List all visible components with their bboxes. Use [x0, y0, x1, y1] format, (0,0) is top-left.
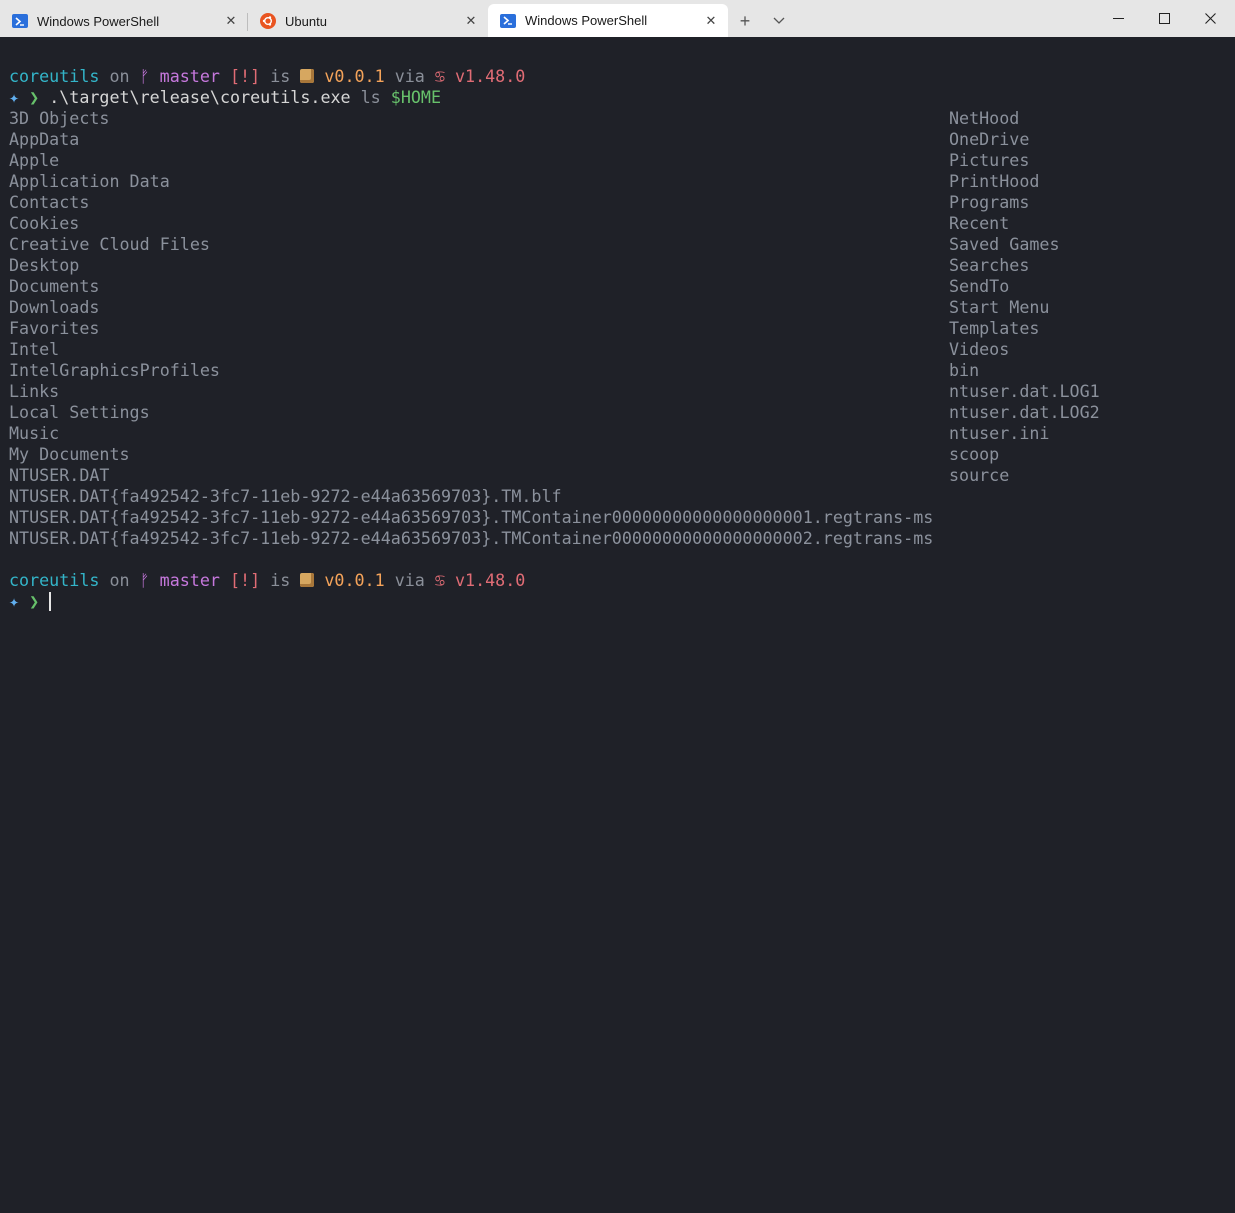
git-branch-icon: ᚠ [139, 66, 150, 86]
input-line[interactable]: ✦ ❯ [9, 591, 52, 612]
prompt-arrow: ❯ [29, 591, 40, 611]
package-icon [300, 69, 315, 83]
list-item: Documents [9, 276, 100, 296]
list-item: ntuser.ini [949, 423, 1050, 443]
list-item: ntuser.dat.LOG1 [949, 381, 1100, 401]
ubuntu-icon [260, 13, 276, 29]
tab-ubuntu[interactable]: Ubuntu ✕ [248, 5, 488, 37]
list-item: SendTo [949, 276, 1010, 296]
minimize-icon [1112, 17, 1124, 19]
list-item: Intel [9, 339, 60, 359]
maximize-icon [1158, 13, 1170, 24]
list-item: Links [9, 381, 60, 401]
list-item: Saved Games [949, 234, 1060, 254]
list-item: ntuser.dat.LOG2 [949, 402, 1100, 422]
command-line: ✦ ❯ .\target\release\coreutils.exe ls $H… [9, 87, 441, 108]
list-item: Recent [949, 213, 1010, 233]
list-item: source [949, 465, 1010, 485]
list-item: Application Data [9, 171, 170, 191]
text-cursor [49, 592, 52, 611]
list-item: Programs [949, 192, 1030, 212]
list-item: 3D Objects [9, 108, 110, 128]
prompt-symbol: ✦ [9, 87, 20, 107]
list-item: Music [9, 423, 60, 443]
list-item: Contacts [9, 192, 90, 212]
git-status: [!] [230, 570, 261, 590]
package-version: v0.0.1 [324, 66, 385, 86]
prompt-symbol: ✦ [9, 591, 20, 611]
prompt-dir: coreutils [9, 570, 100, 590]
tab-close-icon[interactable]: ✕ [218, 8, 244, 34]
terminal-pane[interactable]: coreutils on ᚠ master [!] is v0.0.1 via … [0, 37, 1235, 642]
tab-bar: Windows PowerShell ✕ Ubuntu ✕ Windows Po… [0, 0, 1235, 37]
list-item: Start Menu [949, 297, 1050, 317]
command-exe: .\target\release\coreutils.exe [49, 87, 351, 107]
list-item: NTUSER.DAT [9, 465, 110, 485]
list-item: Apple [9, 150, 60, 170]
rust-version: v1.48.0 [454, 66, 526, 86]
tab-close-icon[interactable]: ✕ [698, 8, 724, 34]
powershell-icon [500, 13, 516, 29]
minimize-button[interactable] [1095, 0, 1141, 37]
list-item: Templates [949, 318, 1040, 338]
prompt-arrow: ❯ [29, 87, 40, 107]
powershell-icon [12, 13, 28, 29]
list-item: Cookies [9, 213, 80, 233]
prompt-line: coreutils on ᚠ master [!] is v0.0.1 via … [9, 570, 526, 590]
prompt-dir: coreutils [9, 66, 100, 86]
list-item: NTUSER.DAT{fa492542-3fc7-11eb-9272-e44a6… [9, 486, 562, 506]
rust-version: v1.48.0 [454, 570, 526, 590]
list-item: NetHood [949, 108, 1020, 128]
tab-powershell-2[interactable]: Windows PowerShell ✕ [488, 4, 728, 37]
git-branch: master [159, 570, 220, 590]
list-item: OneDrive [949, 129, 1030, 149]
tab-label: Windows PowerShell [37, 13, 160, 29]
list-item: IntelGraphicsProfiles [9, 360, 220, 380]
list-item: NTUSER.DAT{fa492542-3fc7-11eb-9272-e44a6… [9, 528, 934, 548]
list-item: My Documents [9, 444, 130, 464]
tab-dropdown-button[interactable] [762, 5, 796, 37]
chevron-down-icon [773, 17, 785, 24]
list-item: bin [949, 360, 980, 380]
list-item: PrintHood [949, 171, 1040, 191]
list-item: NTUSER.DAT{fa492542-3fc7-11eb-9272-e44a6… [9, 507, 934, 527]
list-item: Videos [949, 339, 1010, 359]
tab-close-icon[interactable]: ✕ [458, 8, 484, 34]
prompt-line: coreutils on ᚠ master [!] is v0.0.1 via … [9, 66, 526, 86]
package-icon [300, 573, 315, 587]
close-window-button[interactable] [1187, 0, 1233, 37]
tab-label: Ubuntu [285, 13, 327, 29]
git-status: [!] [230, 66, 261, 86]
maximize-button[interactable] [1141, 0, 1187, 37]
package-version: v0.0.1 [324, 570, 385, 590]
list-item: Searches [949, 255, 1030, 275]
list-item: Downloads [9, 297, 100, 317]
command-var: $HOME [390, 87, 442, 107]
tab-powershell-1[interactable]: Windows PowerShell ✕ [0, 5, 248, 37]
list-item: Pictures [949, 150, 1030, 170]
list-item: Desktop [9, 255, 80, 275]
list-item: scoop [949, 444, 1000, 464]
git-branch-icon: ᚠ [139, 570, 150, 590]
tab-label: Windows PowerShell [525, 13, 648, 28]
git-branch: master [159, 66, 220, 86]
new-tab-button[interactable]: + [728, 5, 762, 37]
close-icon [1204, 13, 1216, 24]
rust-crab-icon: ♋ [434, 570, 445, 590]
command-arg: ls [360, 87, 381, 107]
list-item: Local Settings [9, 402, 150, 422]
list-item: Favorites [9, 318, 100, 338]
list-item: Creative Cloud Files [9, 234, 210, 254]
rust-crab-icon: ♋ [434, 66, 445, 86]
list-item: AppData [9, 129, 80, 149]
